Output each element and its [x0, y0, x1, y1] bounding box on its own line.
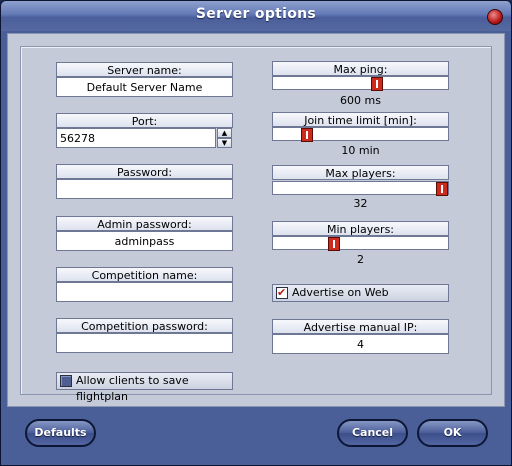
max-players-slider[interactable] [272, 181, 449, 196]
port-decrement-button[interactable]: ▼ [217, 138, 232, 148]
port-label: Port: [56, 113, 233, 128]
admin-password-label: Admin password: [56, 216, 233, 231]
advertise-on-web-label: Advertise on Web [292, 286, 389, 299]
join-time-slider[interactable] [272, 127, 449, 142]
min-players-slider[interactable] [272, 236, 449, 251]
title-bar: Server options [1, 1, 511, 31]
advertise-manual-ip-input[interactable]: 4 [272, 334, 449, 354]
competition-password-input[interactable] [56, 333, 233, 353]
arrow-down-icon: ▼ [221, 139, 228, 147]
close-icon[interactable] [487, 9, 503, 25]
checkbox-checked-icon [276, 285, 288, 301]
min-players-value: 2 [357, 253, 364, 266]
competition-name-label: Competition name: [56, 267, 233, 282]
defaults-button[interactable]: Defaults [25, 419, 96, 447]
allow-save-flightplan-label: Allow clients to save flightplan [76, 374, 189, 403]
competition-password-label: Competition password: [56, 318, 233, 333]
port-input[interactable]: 56278 [56, 128, 216, 148]
port-increment-button[interactable]: ▲ [217, 128, 232, 138]
competition-name-input[interactable] [56, 282, 233, 302]
max-ping-value: 600 ms [340, 94, 381, 107]
join-time-value: 10 min [341, 144, 380, 157]
max-players-value: 32 [353, 197, 368, 210]
password-label: Password: [56, 164, 233, 179]
min-players-label: Min players: [272, 221, 449, 236]
max-ping-slider-handle[interactable] [371, 77, 383, 91]
checkbox-unchecked-icon [60, 375, 72, 387]
min-players-slider-handle[interactable] [328, 237, 340, 251]
max-ping-label: Max ping: [272, 61, 449, 76]
advertise-on-web-checkbox[interactable]: Advertise on Web [272, 284, 449, 302]
password-input[interactable] [56, 179, 233, 199]
arrow-up-icon: ▲ [221, 129, 228, 137]
server-options-window: Server options Server name: Default Serv… [0, 0, 512, 466]
admin-password-input[interactable]: adminpass [56, 231, 233, 251]
max-players-label: Max players: [272, 165, 449, 180]
max-ping-slider[interactable] [272, 76, 449, 91]
join-time-slider-handle[interactable] [301, 128, 313, 142]
ok-button[interactable]: OK [417, 419, 488, 447]
allow-save-flightplan-checkbox[interactable]: Allow clients to save flightplan [56, 372, 233, 403]
server-name-label: Server name: [56, 62, 233, 77]
advertise-manual-ip-label: Advertise manual IP: [272, 319, 449, 334]
cancel-button[interactable]: Cancel [337, 419, 408, 447]
server-name-input[interactable]: Default Server Name [56, 77, 233, 97]
max-players-slider-handle[interactable] [436, 182, 448, 196]
window-title: Server options [195, 6, 317, 22]
join-time-label: Join time limit [min]: [272, 112, 449, 127]
